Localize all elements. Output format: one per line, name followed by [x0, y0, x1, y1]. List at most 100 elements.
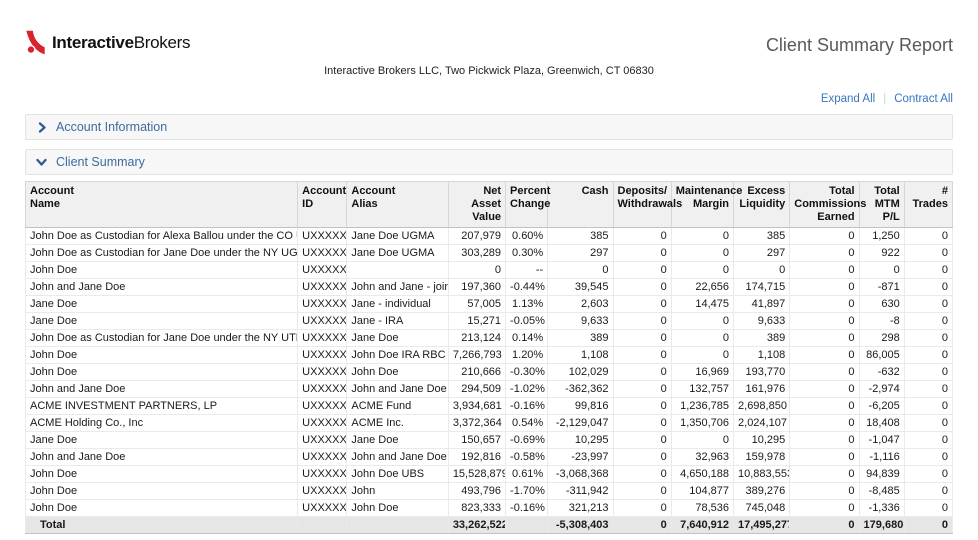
cell: 0.54% — [506, 415, 548, 432]
cell: 161,976 — [734, 381, 790, 398]
cell: 1,108 — [548, 347, 613, 364]
cell: 193,770 — [734, 364, 790, 381]
cell: John Doe — [347, 500, 448, 517]
cell: 0 — [790, 279, 859, 296]
cell: 0 — [904, 296, 952, 313]
cell: 2,698,850 — [734, 398, 790, 415]
cell: UXXXXXX — [298, 398, 347, 415]
cell: 210,666 — [448, 364, 505, 381]
expand-all-link[interactable]: Expand All — [821, 93, 875, 105]
cell: 0 — [613, 483, 671, 500]
cell: 102,029 — [548, 364, 613, 381]
column-header: Total Commissions Earned — [790, 182, 859, 228]
cell: 10,295 — [734, 432, 790, 449]
cell: Jane Doe UGMA — [347, 245, 448, 262]
column-header: Percent Change — [506, 182, 548, 228]
cell: 0 — [613, 432, 671, 449]
cell: Jane Doe — [26, 432, 298, 449]
cell: John and Jane Doe — [26, 279, 298, 296]
cell: 33,262,522 — [448, 517, 505, 534]
cell: 745,048 — [734, 500, 790, 517]
cell: 0.61% — [506, 466, 548, 483]
cell: UXXXXXX — [298, 381, 347, 398]
section-account-information[interactable]: Account Information — [25, 114, 953, 140]
contract-all-link[interactable]: Contract All — [894, 93, 953, 105]
cell: 0 — [671, 330, 733, 347]
cell: 0 — [613, 313, 671, 330]
table-row: John Doe as Custodian for Jane Doe under… — [26, 330, 953, 347]
cell: 0 — [671, 347, 733, 364]
expand-contract-links: Expand All | Contract All — [0, 93, 978, 105]
cell: ACME Fund — [347, 398, 448, 415]
table-row: ACME Holding Co., IncUXXXXXXACME Inc.3,3… — [26, 415, 953, 432]
interactive-brokers-logo: InteractiveBrokers — [25, 30, 190, 56]
cell: 174,715 — [734, 279, 790, 296]
table-row: John and Jane DoeUXXXXXXJohn and Jane Do… — [26, 449, 953, 466]
cell: 0 — [790, 313, 859, 330]
cell — [506, 517, 548, 534]
section-label: Client Summary — [56, 155, 145, 169]
cell: 0 — [734, 262, 790, 279]
cell: 0 — [613, 517, 671, 534]
cell: 192,816 — [448, 449, 505, 466]
cell: 297 — [734, 245, 790, 262]
cell: 0 — [613, 381, 671, 398]
section-label: Account Information — [56, 120, 167, 134]
cell: 159,978 — [734, 449, 790, 466]
cell: 0 — [790, 228, 859, 245]
cell: UXXXXXX — [298, 279, 347, 296]
cell — [298, 517, 347, 534]
cell: 0 — [613, 262, 671, 279]
cell: John Doe — [26, 483, 298, 500]
cell: -5,308,403 — [548, 517, 613, 534]
cell: 57,005 — [448, 296, 505, 313]
cell: 0 — [904, 381, 952, 398]
cell: -0.58% — [506, 449, 548, 466]
cell: 0 — [904, 279, 952, 296]
cell: UXXXXXX — [298, 245, 347, 262]
cell: John — [347, 483, 448, 500]
cell: John Doe as Custodian for Jane Doe under… — [26, 330, 298, 347]
table-row: Jane DoeUXXXXXXJane - IRA15,271-0.05%9,6… — [26, 313, 953, 330]
cell: 39,545 — [548, 279, 613, 296]
cell: 18,408 — [859, 415, 904, 432]
cell: Jane Doe UGMA — [347, 228, 448, 245]
cell: 1,250 — [859, 228, 904, 245]
table-row: John DoeUXXXXXXJohn Doe UBS15,528,8790.6… — [26, 466, 953, 483]
cell: 17,495,277 — [734, 517, 790, 534]
section-client-summary[interactable]: Client Summary — [25, 149, 953, 175]
cell: 0 — [613, 296, 671, 313]
column-header: Cash — [548, 182, 613, 228]
company-address: Interactive Brokers LLC, Two Pickwick Pl… — [0, 65, 978, 77]
cell: John Doe — [26, 500, 298, 517]
cell: UXXXXXX — [298, 228, 347, 245]
cell: 10,883,553 — [734, 466, 790, 483]
cell: 1.13% — [506, 296, 548, 313]
cell: UXXXXXX — [298, 432, 347, 449]
cell: 0 — [671, 228, 733, 245]
client-summary-table: Account NameAccount IDAccount AliasNet A… — [25, 181, 953, 534]
cell: 0 — [790, 398, 859, 415]
cell: UXXXXXX — [298, 296, 347, 313]
cell: 0 — [448, 262, 505, 279]
cell: Jane - individual — [347, 296, 448, 313]
cell: 9,633 — [548, 313, 613, 330]
cell: -1,116 — [859, 449, 904, 466]
cell: 389 — [548, 330, 613, 347]
cell: 0 — [859, 262, 904, 279]
cell: John and Jane Doe — [26, 449, 298, 466]
cell: 303,289 — [448, 245, 505, 262]
cell: 1,108 — [734, 347, 790, 364]
cell: 0 — [790, 449, 859, 466]
cell: 0 — [790, 415, 859, 432]
cell: 0 — [613, 228, 671, 245]
brand-mark-icon — [25, 30, 46, 56]
cell: 0 — [904, 228, 952, 245]
cell: John Doe as Custodian for Jane Doe under… — [26, 245, 298, 262]
cell: -362,362 — [548, 381, 613, 398]
cell: 493,796 — [448, 483, 505, 500]
cell: John and Jane - joint — [347, 279, 448, 296]
cell: 15,528,879 — [448, 466, 505, 483]
cell: UXXXXXX — [298, 483, 347, 500]
cell: 99,816 — [548, 398, 613, 415]
